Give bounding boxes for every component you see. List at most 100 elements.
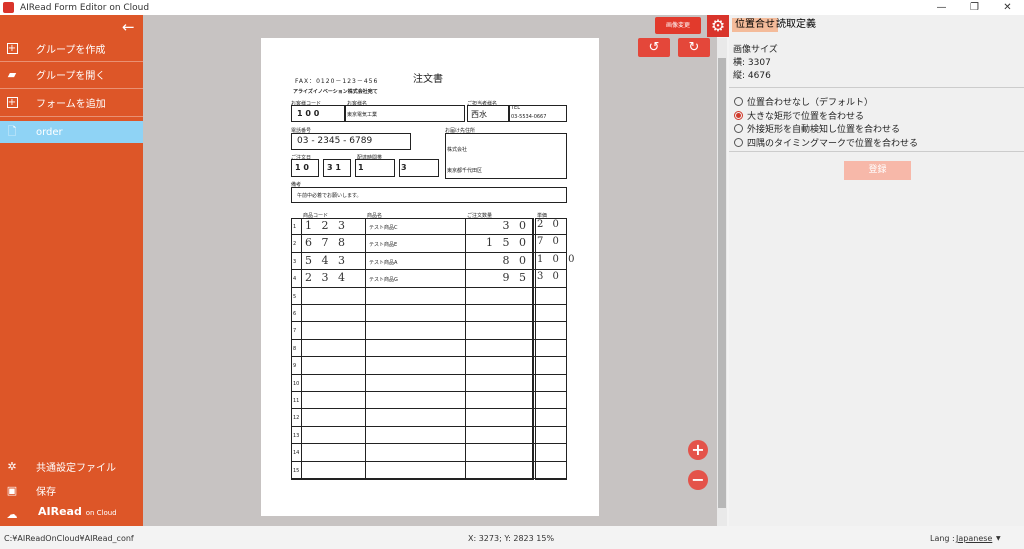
cell-code: 1 2 3: [305, 219, 348, 232]
cell-name: テスト商品C: [369, 225, 398, 231]
image-height: 縦: 4676: [733, 71, 771, 81]
cell-price: 7 0: [537, 236, 562, 248]
back-arrow-icon[interactable]: ←: [122, 19, 135, 35]
zoom-out-button[interactable]: −: [688, 470, 708, 490]
cell-qty: 9 5: [502, 271, 529, 285]
form-document: FAX：0120－123－456 注文書 アライズイノベーション株式会社宛て お…: [261, 38, 599, 516]
cell-no: 14: [293, 450, 300, 457]
radio-icon: [734, 138, 743, 147]
cell-no: 10: [293, 380, 300, 387]
align-option-large-rect[interactable]: 大きな矩形で位置を合わせる: [734, 109, 864, 122]
gear-icon: ✲: [7, 459, 17, 473]
align-option-timing-marks[interactable]: 四隅のタイミングマークで位置を合わせる: [734, 136, 918, 149]
open-group-label: グループを開く: [36, 70, 106, 82]
cell-name: テスト商品A: [369, 259, 398, 266]
cell-price: 2 0: [537, 219, 562, 230]
save-icon: ▣: [6, 483, 18, 497]
table-row: 4 2 3 4 テスト商品G 9 5 3 0: [291, 270, 567, 288]
cell-qty: 8 0: [502, 253, 529, 267]
image-width: 横: 3307: [733, 58, 771, 68]
cell-no: 8: [293, 345, 297, 352]
phone-value: 03 - 2345 - 6789: [297, 136, 373, 146]
title-bar: AIRead Form Editor on Cloud — ❐ ✕: [0, 0, 1024, 15]
tab-read-definition[interactable]: 読取定義: [773, 18, 819, 32]
zoom-in-button[interactable]: +: [688, 440, 708, 460]
cell-qty: 1 5 0: [486, 236, 529, 250]
table-row: 9: [291, 357, 567, 375]
add-square-icon: +: [6, 96, 18, 108]
align-option-auto-detect[interactable]: 外接矩形を自動検知し位置を合わせる: [734, 122, 900, 135]
app-logo-icon: [3, 2, 14, 13]
image-size-label: 画像サイズ: [733, 45, 778, 55]
window-title: AIRead Form Editor on Cloud: [20, 2, 150, 13]
cell-qty: 3 0: [502, 219, 529, 232]
cell-no: 7: [293, 328, 297, 335]
cell-name: テスト商品G: [369, 277, 398, 284]
person-value: 西水: [471, 110, 487, 119]
cell-price: 3 0: [537, 271, 562, 283]
register-button[interactable]: 登録: [844, 161, 911, 180]
lang-label: Lang :: [930, 534, 955, 543]
table-row: 6: [291, 305, 567, 323]
cell-no: 6: [293, 311, 297, 317]
folder-icon: ▰: [7, 67, 17, 81]
cell-no: 9: [293, 363, 297, 370]
open-group-button[interactable]: ▰ グループを開く: [0, 63, 143, 85]
radio-icon: [734, 124, 743, 133]
common-settings-label: 共通設定ファイル: [36, 462, 116, 474]
add-square-icon: +: [6, 42, 18, 54]
table-row: 10: [291, 375, 567, 392]
form-title: 注文書: [413, 74, 443, 85]
rotate-right-button[interactable]: ↻: [678, 38, 710, 57]
cloud-icon: ☁: [6, 507, 18, 521]
maximize-button[interactable]: ❐: [958, 0, 991, 15]
cursor-coordinates: X: 3273; Y: 2823 15%: [468, 534, 555, 543]
right-panel: 位置合せ 読取定義 画像サイズ 横: 3307 縦: 4676 位置合わせなし（…: [729, 15, 1024, 526]
image-canvas[interactable]: FAX：0120－123－456 注文書 アライズイノベーション株式会社宛て お…: [143, 15, 717, 526]
recipient: アライズイノベーション株式会社宛て: [293, 89, 378, 95]
form-item-order[interactable]: 🗋 order: [0, 121, 143, 143]
add-form-button[interactable]: + フォームを追加: [0, 91, 143, 113]
save-label: 保存: [36, 486, 56, 498]
customer-name-value: 東京電気工業: [347, 112, 378, 118]
sidebar: ← + グループを作成 ▰ グループを開く + フォームを追加 🗋 order …: [0, 15, 143, 526]
cell-no: 4: [293, 276, 297, 283]
close-button[interactable]: ✕: [991, 0, 1024, 15]
config-path: C:¥AIReadOnCloud¥AIRead_conf: [4, 534, 134, 543]
common-settings-button[interactable]: ✲ 共通設定ファイル: [0, 455, 143, 477]
brand-logo: AIRead on Cloud: [38, 505, 117, 518]
settings-gear-icon[interactable]: ⚙: [707, 15, 729, 37]
status-bar: C:¥AIReadOnCloud¥AIRead_conf X: 3273; Y:…: [0, 526, 1024, 549]
cell-name: テスト商品E: [369, 242, 398, 249]
form-item-label: order: [36, 126, 63, 138]
customer-code-value: 1 0 0: [297, 109, 320, 118]
tel-value: 03-5534-0667: [511, 114, 547, 120]
cell-code: 2 3 4: [305, 271, 348, 285]
image-change-button[interactable]: 画像変更: [655, 17, 701, 34]
table-row: 7: [291, 322, 567, 340]
minimize-button[interactable]: —: [925, 0, 958, 15]
chevron-down-icon[interactable]: ▼: [996, 535, 1001, 542]
table-row: 1 1 2 3 テスト商品C 3 0 2 0: [291, 218, 567, 236]
create-group-button[interactable]: + グループを作成: [0, 37, 143, 59]
radio-selected-icon: [734, 111, 743, 120]
scrollbar-thumb[interactable]: [718, 58, 726, 508]
note-value: 午前中必着でお願いします。: [297, 193, 362, 199]
tab-alignment[interactable]: 位置合せ: [732, 18, 778, 32]
cell-no: 15: [293, 467, 300, 474]
cell-no: 11: [293, 398, 300, 404]
radio-icon: [734, 97, 743, 106]
cell-price: 1 0 0: [537, 253, 578, 265]
fax-number: FAX：0120－123－456: [295, 78, 379, 85]
table-row: 11: [291, 392, 567, 410]
table-row: 13: [291, 427, 567, 445]
save-button[interactable]: ▣ 保存: [0, 479, 143, 501]
vertical-scrollbar[interactable]: [717, 38, 727, 526]
create-group-label: グループを作成: [36, 44, 106, 56]
cell-no: 13: [293, 432, 300, 439]
rotate-left-button[interactable]: ↺: [638, 38, 670, 57]
table-row: 35 4 3 テスト商品A 8 01 0 0: [291, 253, 574, 271]
table-row: 12: [291, 409, 567, 427]
lang-select[interactable]: Japanese: [956, 534, 992, 543]
align-option-none[interactable]: 位置合わせなし（デフォルト）: [734, 95, 873, 108]
